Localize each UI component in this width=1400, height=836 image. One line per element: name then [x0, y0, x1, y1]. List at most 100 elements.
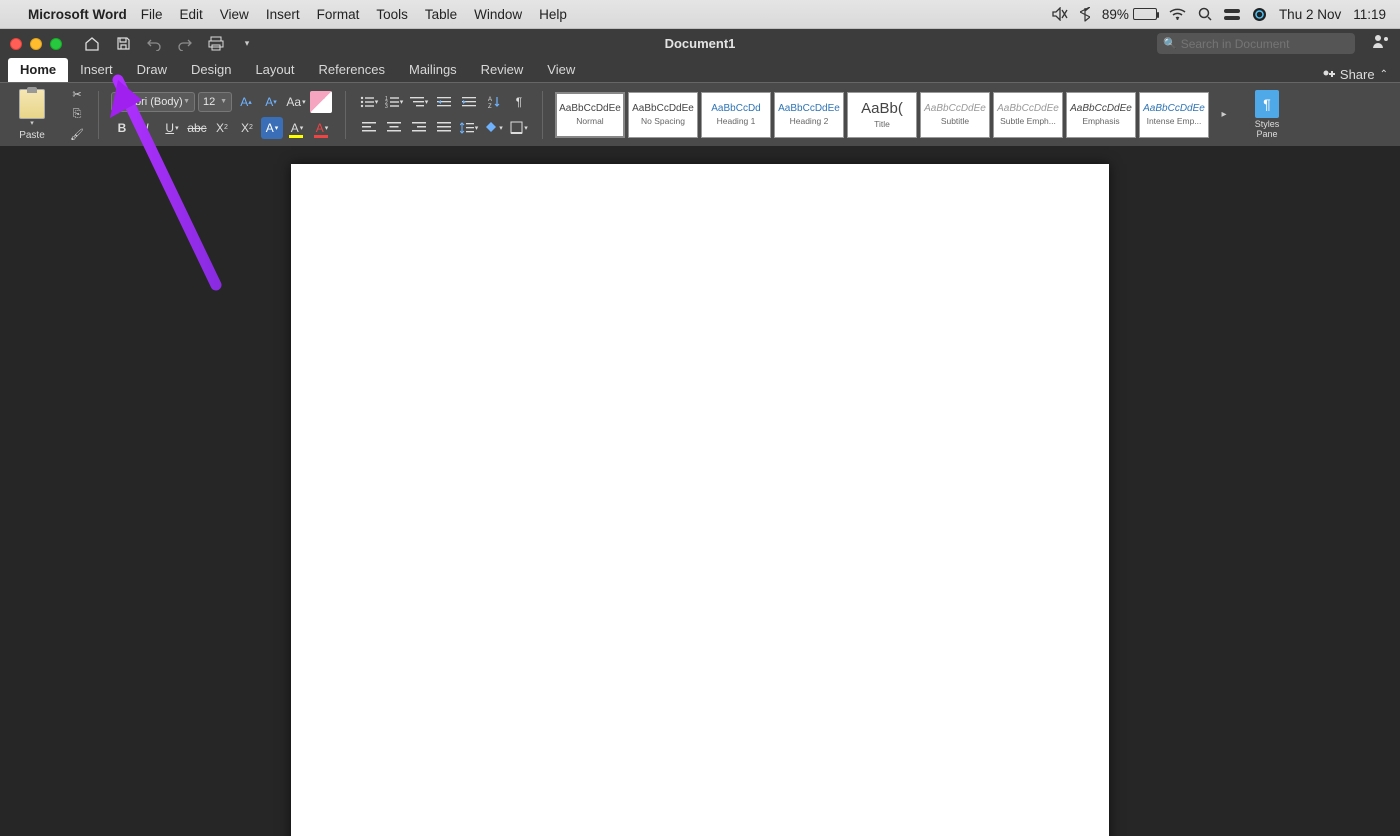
- control-center-icon[interactable]: [1224, 9, 1240, 20]
- search-box[interactable]: 🔍: [1157, 33, 1355, 54]
- italic-button[interactable]: I: [136, 117, 158, 139]
- tab-mailings[interactable]: Mailings: [397, 58, 469, 82]
- font-group: Calibri (Body)▼ 12▼ A▴ A▾ Aa▾ B I U▾ abc…: [107, 88, 337, 142]
- print-icon[interactable]: [205, 33, 227, 55]
- style-normal[interactable]: AaBbCcDdEeNormal: [555, 92, 625, 138]
- menubar-time[interactable]: 11:19: [1353, 7, 1386, 22]
- align-left-button[interactable]: [358, 117, 380, 139]
- minimize-window-button[interactable]: [30, 38, 42, 50]
- font-size-select[interactable]: 12▼: [198, 92, 232, 112]
- menubar-date[interactable]: Thu 2 Nov: [1279, 7, 1341, 22]
- clear-formatting-icon[interactable]: [310, 91, 332, 113]
- home-icon[interactable]: [81, 33, 103, 55]
- undo-icon[interactable]: [143, 33, 165, 55]
- menu-file[interactable]: File: [141, 7, 163, 22]
- strikethrough-button[interactable]: abc: [186, 117, 208, 139]
- menu-format[interactable]: Format: [317, 7, 360, 22]
- align-right-button[interactable]: [408, 117, 430, 139]
- redo-icon[interactable]: [174, 33, 196, 55]
- shrink-font-icon[interactable]: A▾: [260, 91, 282, 113]
- menu-insert[interactable]: Insert: [266, 7, 300, 22]
- styles-pane-button[interactable]: ¶ Styles Pane: [1245, 90, 1289, 140]
- format-painter-icon[interactable]: 🖌: [68, 128, 86, 142]
- cut-icon[interactable]: ✂: [68, 88, 86, 102]
- more-styles-button[interactable]: ▸: [1217, 109, 1231, 120]
- chevron-up-icon: ⌃: [1380, 69, 1388, 80]
- tab-design[interactable]: Design: [179, 58, 243, 82]
- clipboard-group: ▾ Paste: [8, 88, 56, 142]
- close-window-button[interactable]: [10, 38, 22, 50]
- search-input[interactable]: [1181, 37, 1349, 51]
- style-subtle-emph-[interactable]: AaBbCcDdEeSubtle Emph...: [993, 92, 1063, 138]
- svg-text:A: A: [488, 97, 492, 103]
- line-spacing-button[interactable]: ▾: [458, 117, 480, 139]
- style-subtitle[interactable]: AaBbCcDdEeSubtitle: [920, 92, 990, 138]
- tab-references[interactable]: References: [307, 58, 397, 82]
- numbering-button[interactable]: 123▾: [383, 91, 405, 113]
- tab-home[interactable]: Home: [8, 58, 68, 82]
- decrease-indent-button[interactable]: [433, 91, 455, 113]
- document-page[interactable]: [291, 164, 1109, 836]
- menu-help[interactable]: Help: [539, 7, 567, 22]
- align-center-button[interactable]: [383, 117, 405, 139]
- show-marks-button[interactable]: ¶: [508, 91, 530, 113]
- paste-button[interactable]: ▾ Paste: [12, 89, 52, 141]
- svg-text:3: 3: [385, 104, 388, 108]
- menu-edit[interactable]: Edit: [180, 7, 203, 22]
- share-icon: [1321, 69, 1335, 81]
- collaboration-icon[interactable]: [1372, 33, 1390, 54]
- battery-status[interactable]: 89%: [1102, 7, 1157, 22]
- menu-view[interactable]: View: [220, 7, 249, 22]
- sort-button[interactable]: AZ: [483, 91, 505, 113]
- wifi-icon[interactable]: [1169, 8, 1186, 20]
- style-intense-emp-[interactable]: AaBbCcDdEeIntense Emp...: [1139, 92, 1209, 138]
- tab-insert[interactable]: Insert: [68, 58, 125, 82]
- tab-view[interactable]: View: [535, 58, 587, 82]
- increase-indent-button[interactable]: [458, 91, 480, 113]
- style-heading-1[interactable]: AaBbCcDdHeading 1: [701, 92, 771, 138]
- share-button[interactable]: Share⌃: [1321, 67, 1392, 82]
- bluetooth-icon[interactable]: [1080, 7, 1090, 22]
- menu-tools[interactable]: Tools: [376, 7, 408, 22]
- clipboard-icon: [19, 89, 45, 119]
- tab-layout[interactable]: Layout: [243, 58, 306, 82]
- svg-text:Z: Z: [488, 104, 492, 108]
- underline-button[interactable]: U▾: [161, 117, 183, 139]
- copy-icon[interactable]: ⎘: [68, 108, 86, 122]
- text-effects-button[interactable]: A▾: [261, 117, 283, 139]
- window-toolbar: ▾ Document1 🔍: [0, 29, 1400, 58]
- tab-draw[interactable]: Draw: [125, 58, 179, 82]
- subscript-button[interactable]: X2: [211, 117, 233, 139]
- borders-button[interactable]: ▾: [508, 117, 530, 139]
- justify-button[interactable]: [433, 117, 455, 139]
- paste-label: Paste: [19, 130, 45, 141]
- style-title[interactable]: AaBb(Title: [847, 92, 917, 138]
- style-no-spacing[interactable]: AaBbCcDdEeNo Spacing: [628, 92, 698, 138]
- save-icon[interactable]: [112, 33, 134, 55]
- grow-font-icon[interactable]: A▴: [235, 91, 257, 113]
- highlight-button[interactable]: A▾: [286, 117, 308, 139]
- app-name[interactable]: Microsoft Word: [28, 7, 127, 22]
- font-name-select[interactable]: Calibri (Body)▼: [111, 92, 195, 112]
- mute-icon[interactable]: [1052, 7, 1068, 21]
- siri-icon[interactable]: [1252, 7, 1267, 22]
- bold-button[interactable]: B: [111, 117, 133, 139]
- ribbon-tabs: Home Insert Draw Design Layout Reference…: [0, 58, 1400, 82]
- ribbon-home: ▾ Paste ✂ ⎘ 🖌 Calibri (Body)▼ 12▼ A▴ A▾ …: [0, 82, 1400, 146]
- style-emphasis[interactable]: AaBbCcDdEeEmphasis: [1066, 92, 1136, 138]
- multilevel-list-button[interactable]: ▾: [408, 91, 430, 113]
- menu-window[interactable]: Window: [474, 7, 522, 22]
- customize-toolbar-icon[interactable]: ▾: [236, 33, 258, 55]
- superscript-button[interactable]: X2: [236, 117, 258, 139]
- spotlight-icon[interactable]: [1198, 7, 1212, 21]
- shading-button[interactable]: ▾: [483, 117, 505, 139]
- menu-table[interactable]: Table: [425, 7, 457, 22]
- bullets-button[interactable]: ▾: [358, 91, 380, 113]
- style-heading-2[interactable]: AaBbCcDdEeHeading 2: [774, 92, 844, 138]
- clipboard-tools: ✂ ⎘ 🖌: [64, 88, 90, 142]
- tab-review[interactable]: Review: [469, 58, 536, 82]
- change-case-icon[interactable]: Aa▾: [285, 91, 307, 113]
- zoom-window-button[interactable]: [50, 38, 62, 50]
- search-icon: 🔍: [1163, 37, 1177, 50]
- font-color-button[interactable]: A▾: [311, 117, 333, 139]
